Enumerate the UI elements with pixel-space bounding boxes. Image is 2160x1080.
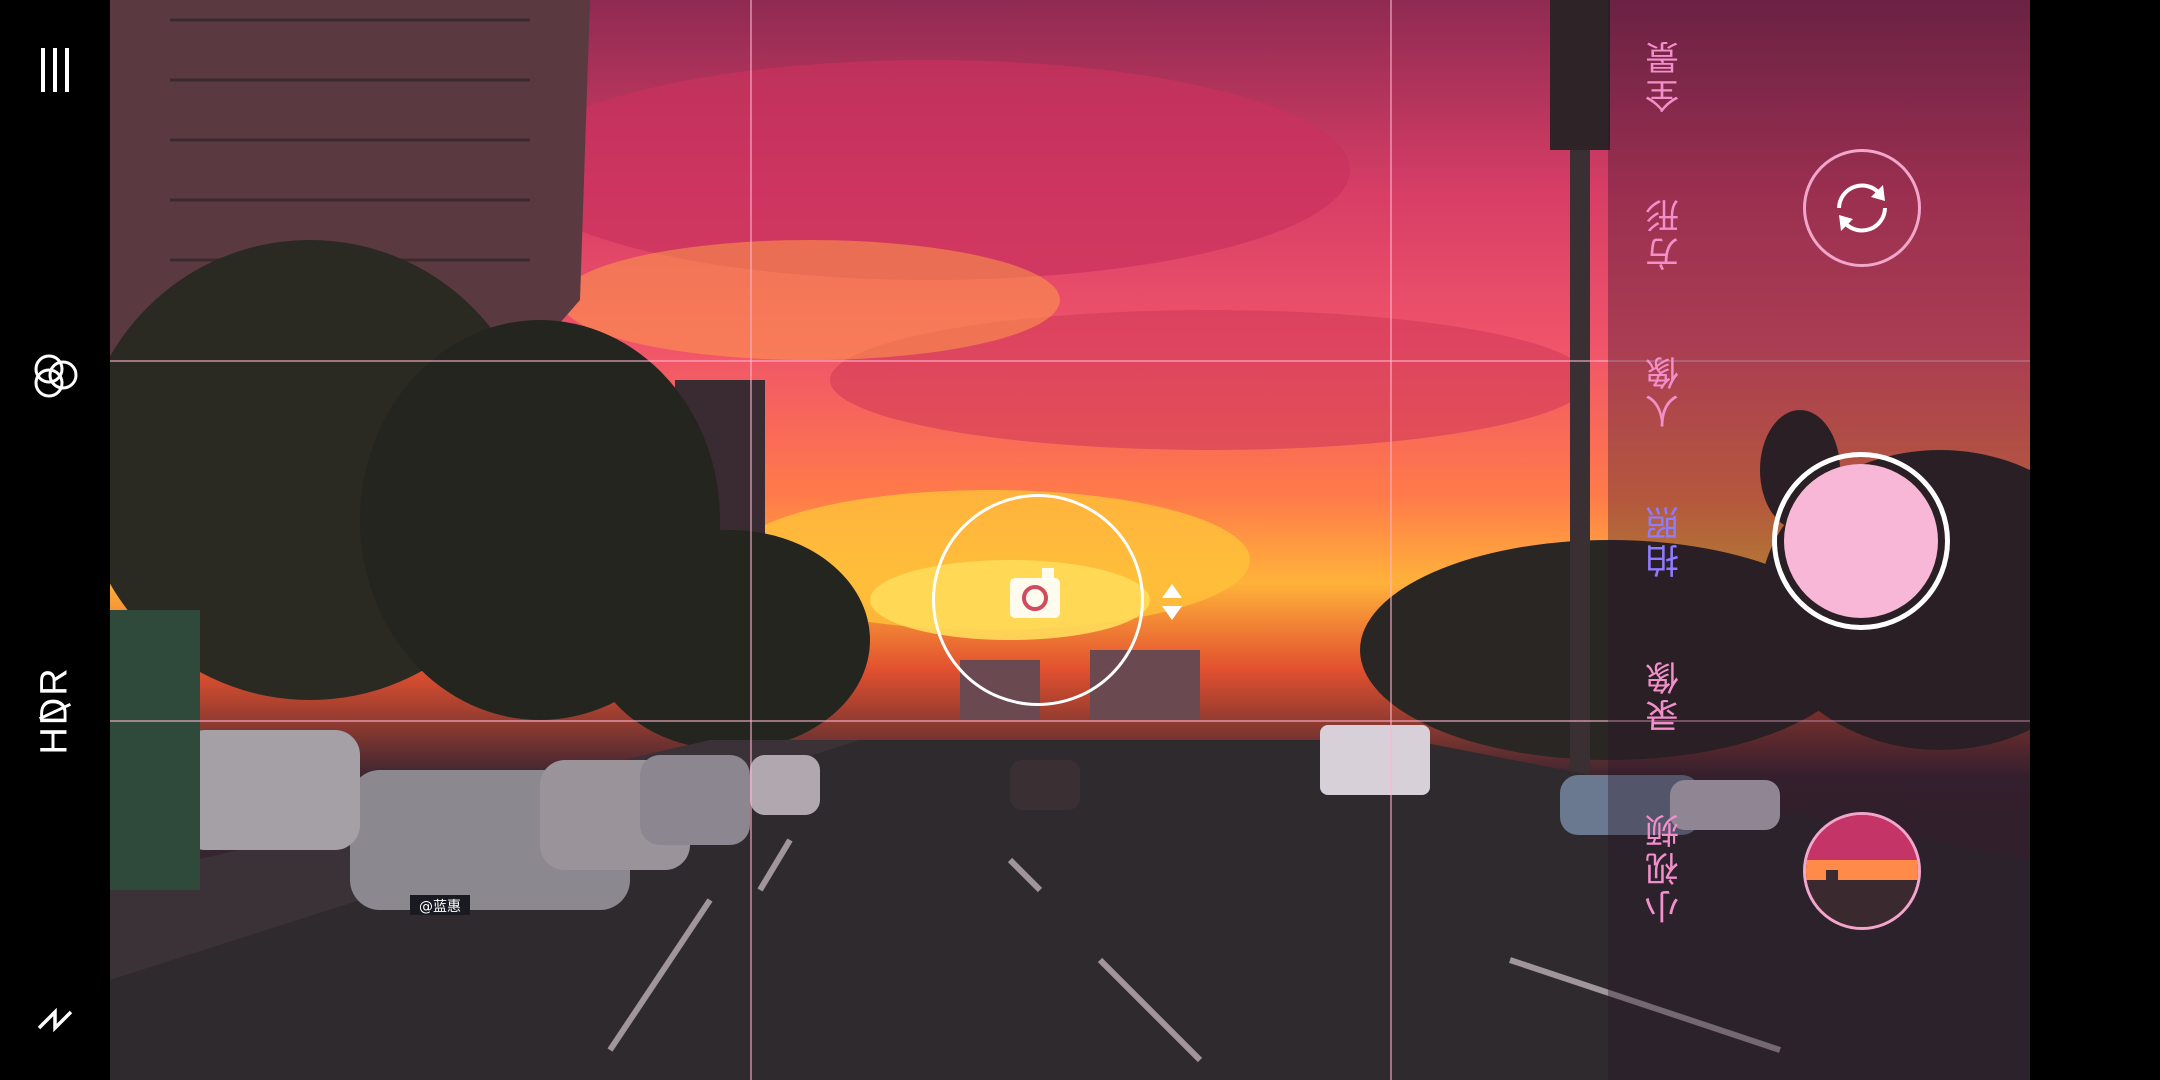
- mode-square[interactable]: 方形: [1635, 188, 1695, 278]
- left-control-bar: HDR: [0, 0, 110, 1080]
- shutter-inner: [1784, 464, 1938, 618]
- right-black-bar: [2030, 0, 2160, 1080]
- gallery-thumbnail[interactable]: [1803, 812, 1921, 930]
- menu-icon[interactable]: [0, 40, 110, 100]
- hdr-toggle[interactable]: HDR: [0, 666, 110, 754]
- filter-icon[interactable]: [0, 345, 110, 405]
- switch-camera-icon: [1837, 183, 1887, 233]
- mode-portrait[interactable]: 人像: [1635, 345, 1695, 435]
- switch-camera-button[interactable]: [1803, 149, 1921, 267]
- flash-icon[interactable]: [0, 990, 110, 1050]
- exposure-arrows-icon[interactable]: [1160, 582, 1184, 622]
- grid-line-vertical-2: [1390, 0, 1392, 1080]
- license-plate-text: @蓝惠: [419, 899, 461, 915]
- camera-icon: [1008, 562, 1062, 622]
- mode-photo[interactable]: 拍照: [1635, 495, 1695, 585]
- mode-video[interactable]: 录像: [1635, 650, 1695, 740]
- shutter-button[interactable]: [1772, 452, 1950, 630]
- mode-short-video[interactable]: 小视频: [1635, 800, 1695, 935]
- mode-panorama[interactable]: 全景: [1635, 30, 1695, 120]
- grid-line-vertical-1: [750, 0, 752, 1080]
